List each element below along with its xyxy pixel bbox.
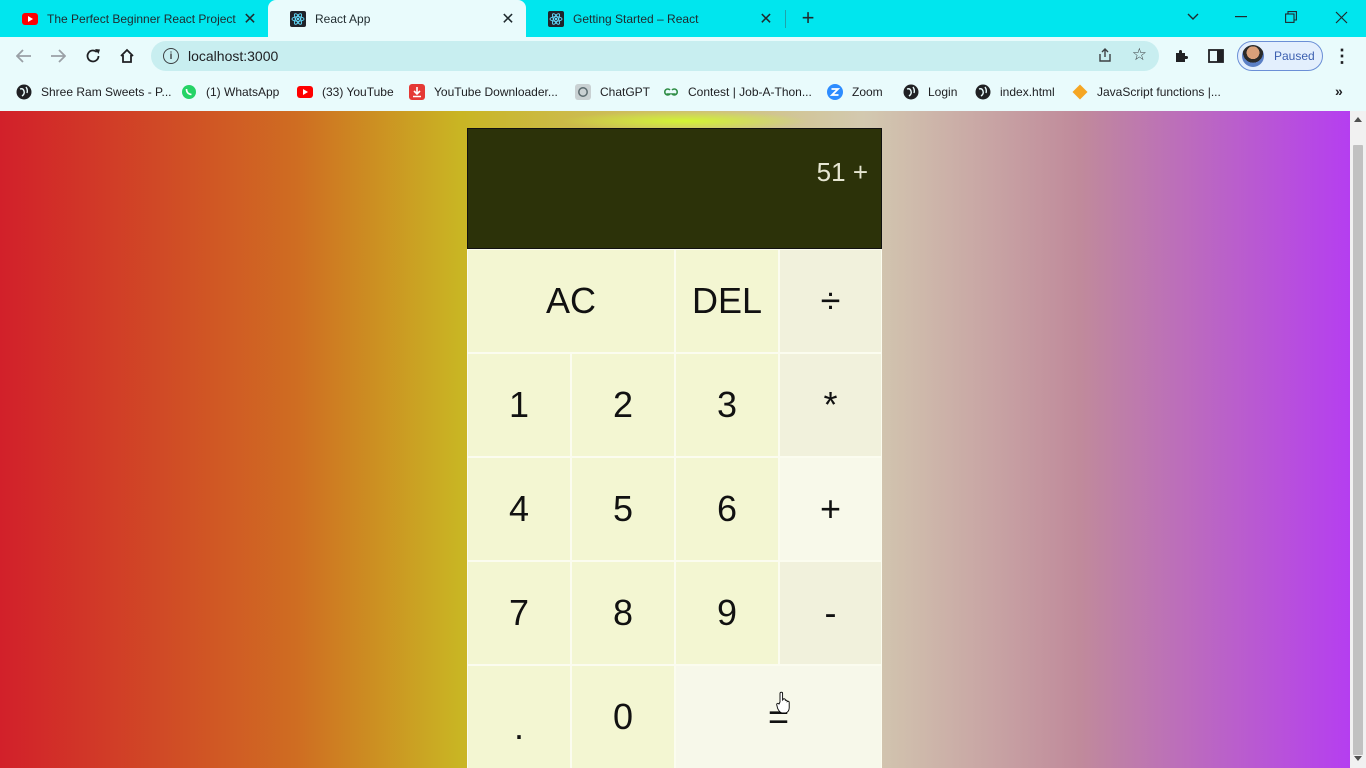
bookmark-item[interactable]: Shree Ram Sweets - P... <box>16 83 172 101</box>
extensions-icon[interactable] <box>1170 45 1192 67</box>
bookmark-label: JavaScript functions |... <box>1097 85 1221 99</box>
bookmark-item[interactable]: JavaScript functions |... <box>1072 83 1221 101</box>
digit-8-button[interactable]: 8 <box>571 561 675 665</box>
close-tab-icon[interactable]: ✕ <box>500 11 516 28</box>
chatgpt-icon <box>575 84 591 100</box>
divide-button[interactable]: ÷ <box>779 249 882 353</box>
site-info-icon[interactable]: i <box>163 48 179 64</box>
bookmark-label: Shree Ram Sweets - P... <box>41 85 172 99</box>
avatar <box>1242 45 1264 67</box>
home-button[interactable] <box>116 45 138 67</box>
tab-title: React App <box>315 11 371 26</box>
close-window-button[interactable] <box>1329 6 1353 28</box>
react-icon <box>548 10 564 27</box>
tab-react-app[interactable]: React App ✕ <box>268 0 526 37</box>
bookmark-item[interactable]: (33) YouTube <box>297 83 394 101</box>
minimize-button[interactable] <box>1229 6 1253 28</box>
multiply-button[interactable]: * <box>779 353 882 457</box>
bookmark-item[interactable]: Zoom <box>827 83 883 101</box>
bookmark-label: YouTube Downloader... <box>434 85 558 99</box>
close-tab-icon[interactable]: ✕ <box>758 11 774 28</box>
bookmark-label: ChatGPT <box>600 85 651 99</box>
scroll-up-icon[interactable] <box>1354 117 1362 122</box>
digit-0-button[interactable]: 0 <box>571 665 675 768</box>
digit-5-button[interactable]: 5 <box>571 457 675 561</box>
bookmark-label: Zoom <box>852 85 883 99</box>
globe-icon <box>903 84 919 100</box>
browser-menu-icon[interactable]: ⋮ <box>1333 45 1351 67</box>
digit-7-button[interactable]: 7 <box>467 561 571 665</box>
hand-cursor-icon <box>776 691 790 714</box>
back-button[interactable] <box>13 45 35 67</box>
gfg-icon <box>663 84 679 100</box>
bookmark-label: (33) YouTube <box>322 85 394 99</box>
display-output: 51 + <box>816 157 868 187</box>
forward-button[interactable] <box>47 45 69 67</box>
browser-toolbar: i localhost:3000 ☆ Paused ⋮ <box>0 37 1366 75</box>
bookmark-item[interactable]: ChatGPT <box>575 83 650 101</box>
zoom-icon <box>827 84 843 100</box>
profile-status: Paused <box>1274 49 1315 63</box>
tab-separator <box>785 10 786 28</box>
bookmark-item[interactable]: YouTube Downloader... <box>409 83 558 101</box>
delete-button[interactable]: DEL <box>675 249 779 353</box>
page-viewport: 51 + AC DEL ÷ 1 2 3 * 4 5 6 + 7 8 9 - . … <box>0 111 1350 768</box>
bookmark-item[interactable]: Contest | Job-A-Thon... <box>663 83 812 101</box>
bookmark-item[interactable]: Login <box>903 83 957 101</box>
reload-button[interactable] <box>82 45 104 67</box>
digit-3-button[interactable]: 3 <box>675 353 779 457</box>
new-tab-button[interactable]: + <box>797 7 819 30</box>
side-panel-icon[interactable] <box>1205 45 1227 67</box>
clear-button[interactable]: AC <box>467 249 675 353</box>
bookmark-item[interactable]: index.html <box>975 83 1055 101</box>
youtube-icon <box>22 11 38 27</box>
share-icon[interactable] <box>1097 47 1113 67</box>
bookmark-label: index.html <box>1000 85 1055 99</box>
decimal-button[interactable]: . <box>467 665 571 768</box>
bookmark-label: Login <box>928 85 958 99</box>
keypad: AC DEL ÷ 1 2 3 * 4 5 6 + 7 8 9 - . 0 = <box>467 249 882 768</box>
profile-button[interactable]: Paused <box>1237 41 1323 71</box>
tab-getting-started[interactable]: Getting Started – React ✕ <box>526 0 784 37</box>
react-icon <box>290 10 306 27</box>
diamond-icon <box>1072 84 1088 100</box>
youtube-icon <box>297 84 313 100</box>
calculator: 51 + AC DEL ÷ 1 2 3 * 4 5 6 + 7 8 9 - . … <box>467 128 882 768</box>
bookmarks-bar: Shree Ram Sweets - P... (1) WhatsApp (33… <box>0 75 1366 111</box>
tab-youtube-video[interactable]: The Perfect Beginner React Project ✕ <box>0 0 268 37</box>
calculator-display: 51 + <box>467 128 882 249</box>
plus-button[interactable]: + <box>779 457 882 561</box>
globe-icon <box>975 84 991 100</box>
digit-9-button[interactable]: 9 <box>675 561 779 665</box>
whatsapp-icon <box>181 84 197 100</box>
restore-button[interactable] <box>1279 6 1303 28</box>
tab-title: Getting Started – React <box>573 11 699 26</box>
url-text[interactable]: localhost:3000 <box>188 48 278 64</box>
bookmark-label: Contest | Job-A-Thon... <box>688 85 812 99</box>
globe-icon <box>16 84 32 100</box>
tab-search-icon[interactable] <box>1181 6 1205 28</box>
page-scrollbar[interactable] <box>1350 111 1366 768</box>
tab-title: The Perfect Beginner React Project <box>47 11 236 26</box>
download-icon <box>409 84 425 100</box>
digit-2-button[interactable]: 2 <box>571 353 675 457</box>
bookmark-star-icon[interactable]: ☆ <box>1132 45 1147 65</box>
equals-button[interactable]: = <box>675 665 882 768</box>
tab-strip: The Perfect Beginner React Project ✕ Rea… <box>0 0 1366 37</box>
minus-button[interactable]: - <box>779 561 882 665</box>
close-tab-icon[interactable]: ✕ <box>242 11 258 28</box>
scroll-down-icon[interactable] <box>1354 756 1362 761</box>
more-bookmarks-button[interactable]: » <box>1335 83 1343 99</box>
address-bar[interactable]: i localhost:3000 ☆ <box>151 41 1159 71</box>
digit-1-button[interactable]: 1 <box>467 353 571 457</box>
bookmark-item[interactable]: (1) WhatsApp <box>181 83 279 101</box>
scrollbar-thumb[interactable] <box>1353 145 1363 755</box>
bookmark-label: (1) WhatsApp <box>206 85 280 99</box>
digit-6-button[interactable]: 6 <box>675 457 779 561</box>
digit-4-button[interactable]: 4 <box>467 457 571 561</box>
